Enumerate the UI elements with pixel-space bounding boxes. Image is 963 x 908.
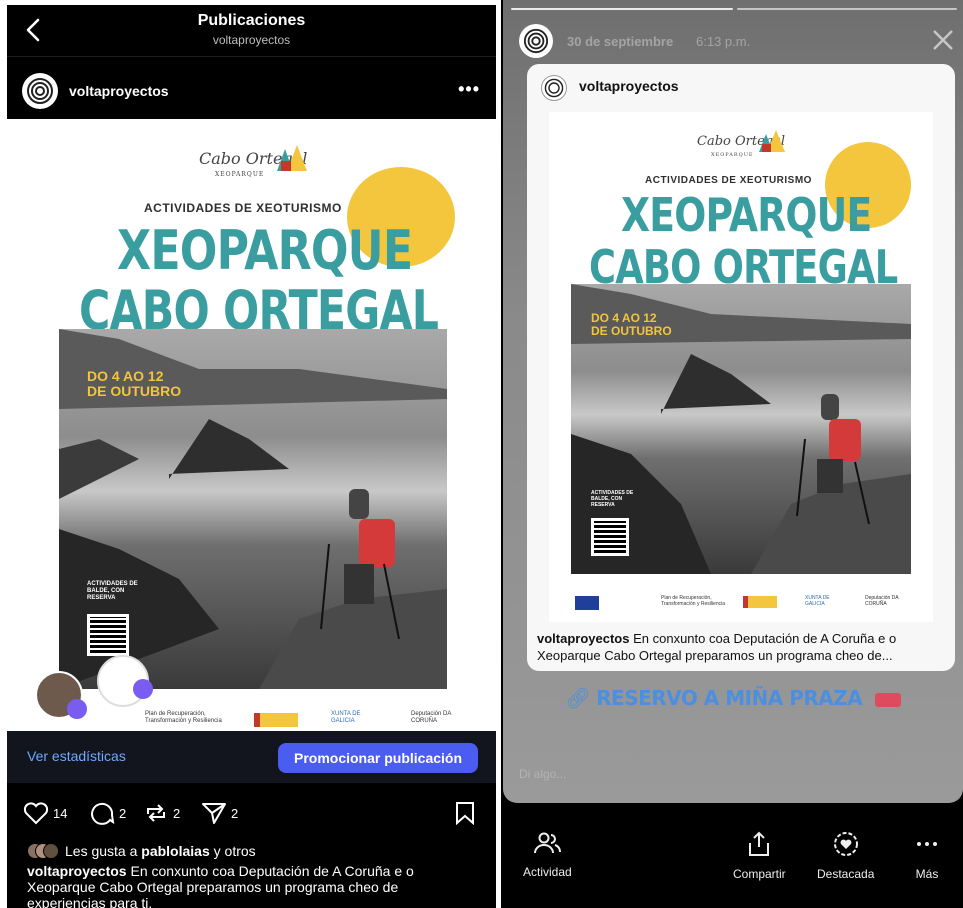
repost-action[interactable]: 2 [143,801,180,825]
likes-text: Les gusta a [65,843,142,859]
post-image[interactable]: Cabo Ortegal XEOPARQUE ACTIVIDADES DE XE… [7,119,496,731]
card-username: voltaproyectos [579,78,679,94]
card-post-image: Cabo Ortegal XEOPARQUE ACTIVIDADES DE XE… [549,112,933,622]
story-progress-bar [511,8,733,10]
activity-label: Actividad [523,865,572,879]
story-frame[interactable]: 30 de septiembre 6:13 p.m. voltaproyecto… [503,0,963,803]
story-view-panel: 30 de septiembre 6:13 p.m. voltaproyecto… [501,0,963,908]
promote-post-button[interactable]: Promocionar publicación [278,743,478,773]
collab-badge-icon [67,699,87,719]
share-button[interactable]: Compartir [733,831,786,881]
story-date: 30 de septiembre [567,34,674,49]
qr-label: ACTIVIDADES DE BALDE, CON RESERVA [87,581,138,602]
poster-logo-sub: XEOPARQUE [711,152,754,158]
avatar [43,843,59,859]
likes-summary[interactable]: Les gusta a pablolaias y otros [27,843,256,859]
card-caption-username: voltaproyectos [537,631,630,646]
more-options-icon[interactable]: ••• [458,79,480,100]
poster-kicker: ACTIVIDADES DE XEOTURISMO [144,201,342,215]
avatar [541,75,567,101]
sponsor-plan: Plan de Recuperación, Transformación y R… [661,595,726,607]
insights-bar: Ver estadísticas Promocionar publicación [7,731,496,783]
sponsor-xunta: XUNTA DE GALICIA [805,595,830,607]
sponsor-plan: Plan de Recuperación, Transformación y R… [145,711,222,724]
share-label: Compartir [733,867,786,881]
poster-dates-line1: DO 4 AO 12 [591,311,657,325]
post-author-row: voltaproyectos ••• [7,61,496,119]
sponsor-deputacion: Deputación DA CORUÑA [411,711,452,724]
link-icon: 🔗︎ [565,686,591,710]
collab-badge-icon [133,679,153,699]
poster-logo-sub: XEOPARQUE [215,171,265,178]
story-bottom-bar: Actividad Compartir Destacada Más [501,803,963,908]
story-progress-bar [737,8,957,10]
poster-dates-line1: DO 4 AO 12 [87,368,164,384]
reply-input[interactable]: Di algo... [519,767,566,781]
fingerprint-logo-icon [544,78,564,98]
ticket-icon [874,692,901,707]
poster-title-line1: XEOPARQUE [621,188,872,242]
post-caption: voltaproyectos En conxunto coa Deputació… [27,863,467,908]
sponsor-bar: Plan de Recuperación, Transformación y R… [571,580,911,620]
qr-code[interactable] [87,614,129,656]
like-action[interactable]: 14 [23,801,67,825]
comment-icon [91,802,115,825]
likes-count: 14 [53,805,68,821]
likes-user[interactable]: pablolaias [141,843,209,859]
geopark-logo-icon [759,130,785,152]
highlight-label: Destacada [817,867,875,881]
share-action[interactable]: 2 [201,801,238,825]
view-insights-link[interactable]: Ver estadísticas [27,748,126,764]
page-title: Publicaciones [197,12,306,29]
card-caption: voltaproyectos En conxunto coa Deputació… [537,630,949,664]
spain-flag-icon [254,713,298,727]
link-sticker[interactable]: 🔗︎ RESERVO A MIÑA PRAZA [503,686,963,710]
poster-title-line1: XEOPARQUE [117,219,413,282]
avatar[interactable] [519,24,553,58]
people-icon [534,832,562,854]
share-icon [749,831,770,856]
close-icon[interactable] [931,28,955,52]
poster-dates-line2: DE OUTUBRO [87,383,182,399]
bookmark-icon[interactable] [454,801,476,825]
fingerprint-logo-icon [523,28,549,54]
post-actions: 14 2 2 2 [7,795,496,831]
poster-kicker: ACTIVIDADES DE XEOTURISMO [645,175,812,186]
more-icon [917,842,937,846]
page-subtitle: voltaproyectos [212,33,291,47]
geopark-logo-icon [277,145,307,171]
story-time: 6:13 p.m. [696,34,751,49]
activity-button[interactable]: Actividad [523,831,572,879]
fingerprint-logo-icon [27,78,53,104]
highlight-heart-icon [833,832,858,856]
caption-username[interactable]: voltaproyectos [27,863,127,879]
post-header: Publicaciones voltaproyectos [7,5,496,57]
likes-text-others: y otros [209,843,256,859]
comments-count: 2 [119,805,127,821]
shared-post-card[interactable]: voltaproyectos Cabo Ortegal XEOPARQUE AC… [527,64,955,671]
send-icon [202,803,226,824]
more-label: Más [915,867,939,881]
post-view-panel: Publicaciones voltaproyectos voltaproyec… [7,5,496,908]
sponsor-xunta: XUNTA DE GALICIA [331,711,361,724]
poster-dates-line2: DE OUTUBRO [591,324,672,338]
reposts-count: 2 [173,805,181,821]
comment-action[interactable]: 2 [89,801,126,825]
qr-code [591,518,629,556]
shares-count: 2 [231,805,239,821]
likers-avatars [27,843,59,859]
repost-icon [147,804,165,822]
heart-icon [23,802,49,825]
qr-label: ACTIVIDADES DE BALDE, CON RESERVA [591,490,634,508]
author-username[interactable]: voltaproyectos [69,83,169,99]
sponsor-deputacion: Deputación DA CORUÑA [865,595,899,607]
spain-flag-icon [743,596,777,608]
eu-flag-icon [575,596,599,610]
more-button[interactable]: Más [915,831,939,881]
avatar[interactable] [22,73,58,109]
highlight-button[interactable]: Destacada [817,831,874,881]
link-sticker-label: RESERVO A MIÑA PRAZA [596,686,863,710]
